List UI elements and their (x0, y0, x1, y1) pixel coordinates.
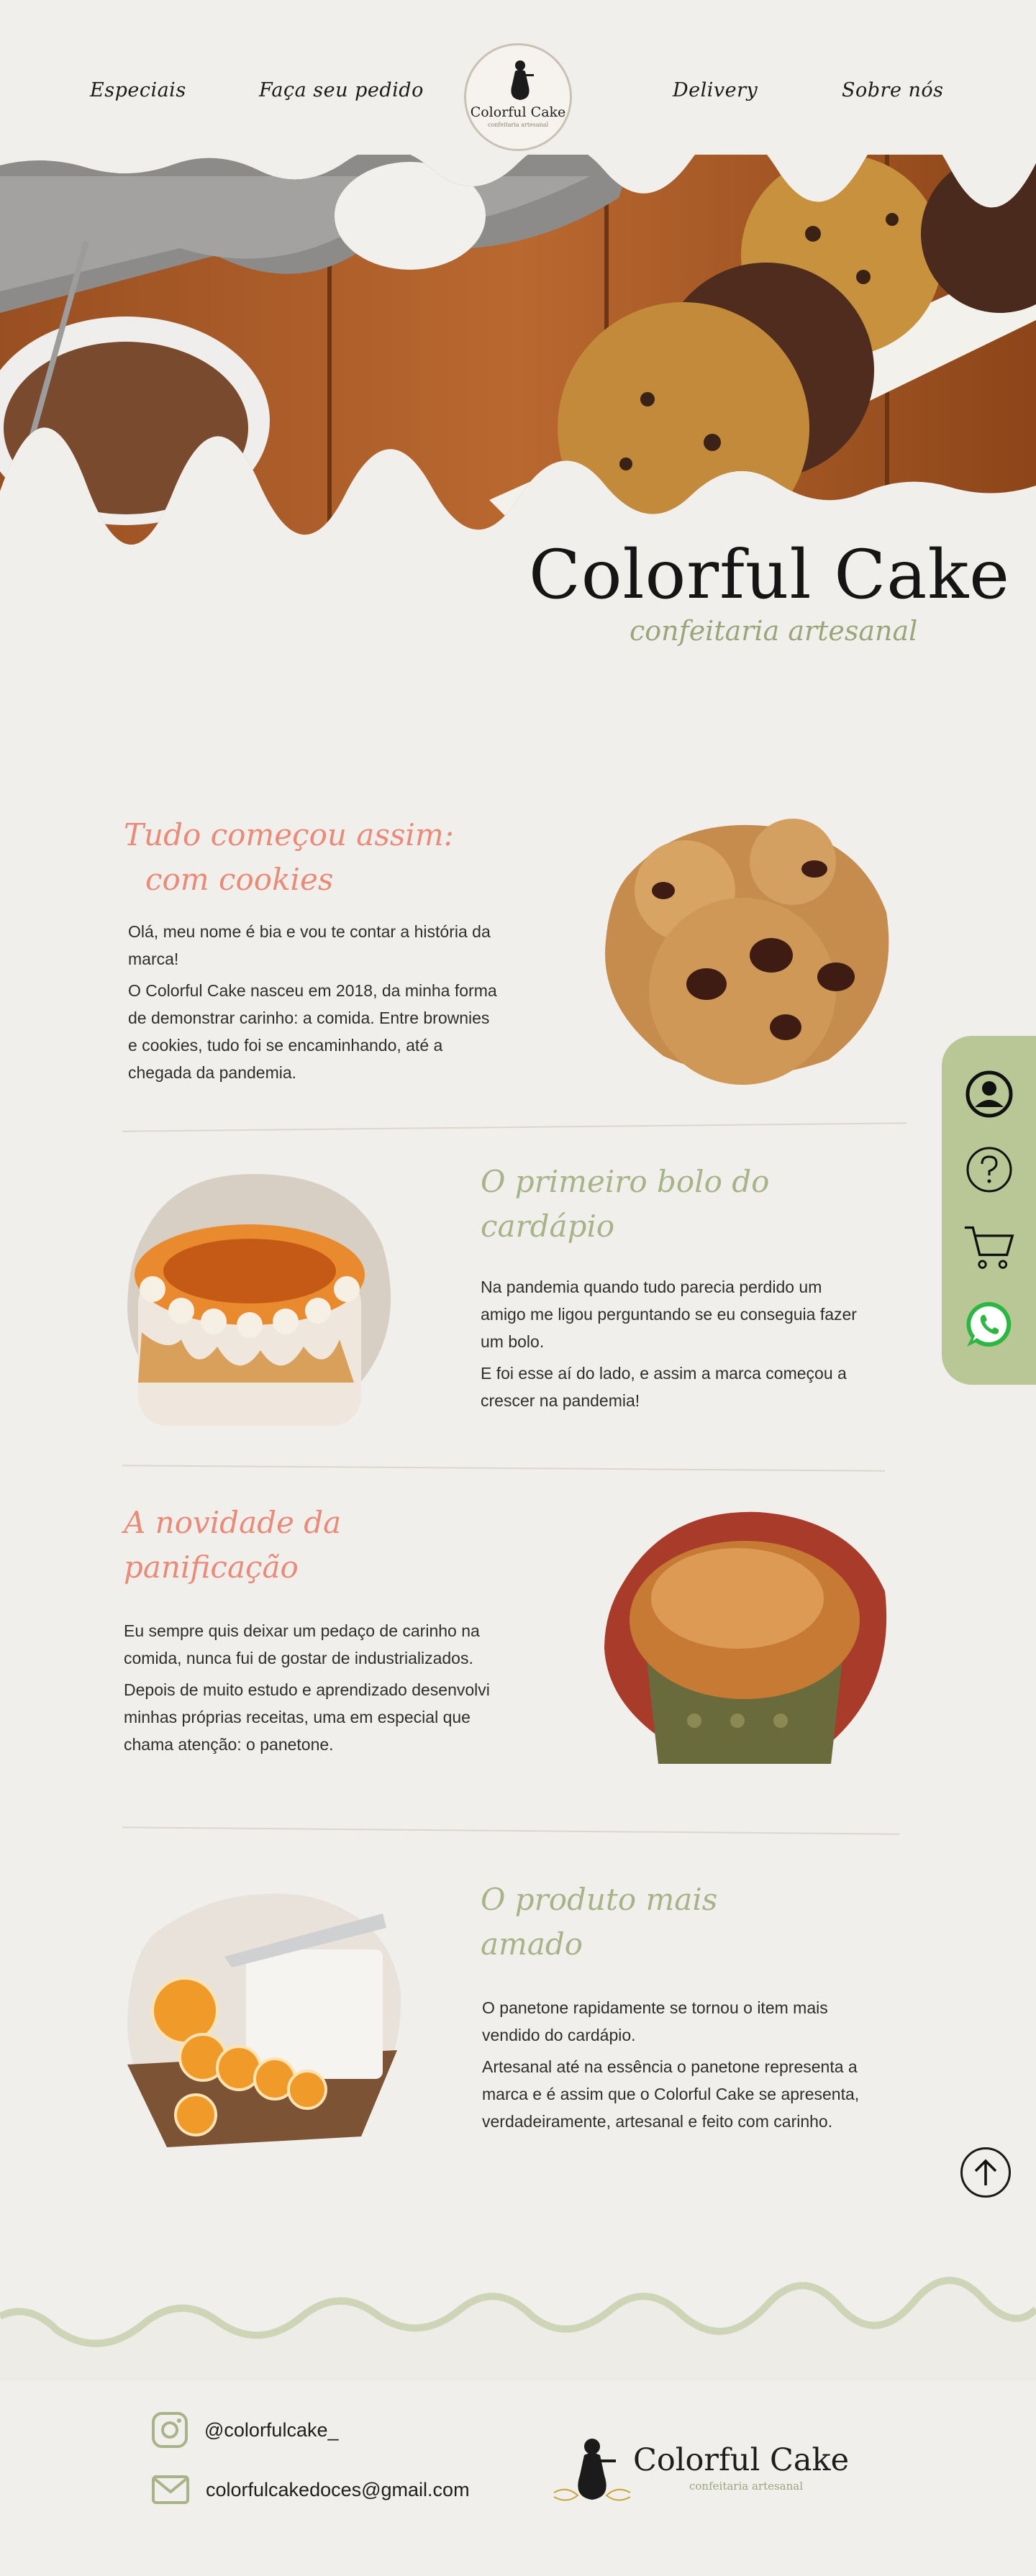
help-button[interactable] (963, 1144, 1015, 1196)
section-1-title-line-1: Tudo começou assim: (124, 817, 454, 852)
section-2-text: Na pandemia quando tudo parecia perdido … (481, 1273, 869, 1419)
help-icon (966, 1147, 1012, 1193)
hero-subtitle: confeitaria artesanal (630, 615, 918, 647)
section-3-paragraph-2: Depois de muito estudo e aprendizado des… (124, 1680, 490, 1754)
footer-logo-baker-icon (553, 2439, 631, 2501)
oranges-photo (127, 1893, 401, 2147)
cookies-photo (605, 819, 889, 1085)
nav-faca-seu-pedido[interactable]: Faça seu pedido (259, 79, 424, 101)
user-icon (965, 1070, 1013, 1118)
instagram-handle: @colorfulcake_ (204, 2418, 339, 2441)
account-button[interactable] (963, 1068, 1015, 1120)
cart-button[interactable] (963, 1221, 1015, 1273)
footer-email[interactable]: colorfulcakedoces@gmail.com (151, 2475, 470, 2505)
section-4-title: O produto mais amado (481, 1878, 717, 1967)
section-2-title: O primeiro bolo do cardápio (481, 1160, 769, 1249)
section-2-title-line-1: O primeiro bolo do (481, 1164, 770, 1199)
cake-photo (127, 1174, 391, 1426)
cart-icon (964, 1226, 1014, 1269)
footer-instagram[interactable]: @colorfulcake_ (151, 2411, 339, 2449)
section-divider-1 (122, 1122, 906, 1132)
instagram-icon (152, 2412, 188, 2448)
header-logo-text: Colorful Cake (470, 104, 566, 120)
email-icon (152, 2475, 189, 2504)
section-1-title-line-2: com cookies (145, 862, 334, 897)
section-1-title: Tudo começou assim: com cookies (124, 813, 454, 902)
header-logo-subtext: confeitaria artesanal (487, 122, 549, 128)
floating-side-menu (942, 1036, 1036, 1385)
section-4-paragraph-1: O panetone rapidamente se tornou o item … (482, 1998, 828, 2044)
section-4-title-line-2: amado (481, 1926, 583, 1962)
footer-logo-text: Colorful Cake (633, 2442, 850, 2478)
nav-delivery[interactable]: Delivery (673, 79, 758, 101)
nav-sobre-nos[interactable]: Sobre nós (842, 79, 944, 101)
panettone-photo (604, 1511, 887, 1764)
section-2-paragraph-2: E foi esse aí do lado, e assim a marca c… (481, 1364, 847, 1410)
section-3-title-line-2: panificação (124, 1549, 299, 1585)
nav-especiais[interactable]: Especiais (90, 79, 186, 101)
section-divider-2 (122, 1465, 885, 1472)
section-4-paragraph-2: Artesanal até na essência o panetone rep… (482, 2057, 860, 2131)
header-logo[interactable]: Colorful Cake confeitaria artesanal (464, 43, 572, 151)
footer-logo-subtext: confeitaria artesanal (689, 2480, 804, 2493)
section-4-title-line-1: O produto mais (481, 1882, 718, 1917)
baker-silhouette-icon (511, 60, 534, 100)
email-address: colorfulcakedoces@gmail.com (206, 2478, 470, 2500)
section-2-title-line-2: cardápio (481, 1209, 615, 1244)
section-1-paragraph-1: Olá, meu nome é bia e vou te contar a hi… (128, 922, 491, 968)
section-3-title-line-1: A novidade da (124, 1505, 342, 1540)
footer-wave-decoration (0, 2277, 1036, 2381)
whatsapp-icon (966, 1301, 1012, 1347)
arrow-up-icon (974, 2159, 997, 2185)
section-2-paragraph-1: Na pandemia quando tudo parecia perdido … (481, 1278, 857, 1351)
section-3-text: Eu sempre quis deixar um pedaço de carin… (124, 1617, 512, 1762)
whatsapp-button[interactable] (963, 1298, 1015, 1350)
section-divider-3 (122, 1826, 899, 1835)
hero-title: Colorful Cake (529, 536, 1010, 614)
section-3-title: A novidade da panificação (124, 1501, 341, 1590)
section-1-paragraph-2: O Colorful Cake nasceu em 2018, da minha… (128, 981, 497, 1082)
section-1-text: Olá, meu nome é bia e vou te contar a hi… (128, 918, 502, 1091)
section-4-text: O panetone rapidamente se tornou o item … (482, 1994, 871, 2139)
section-3-paragraph-1: Eu sempre quis deixar um pedaço de carin… (124, 1621, 480, 1667)
hero-banner-image (0, 155, 1036, 545)
back-to-top-button[interactable] (960, 2147, 1011, 2198)
